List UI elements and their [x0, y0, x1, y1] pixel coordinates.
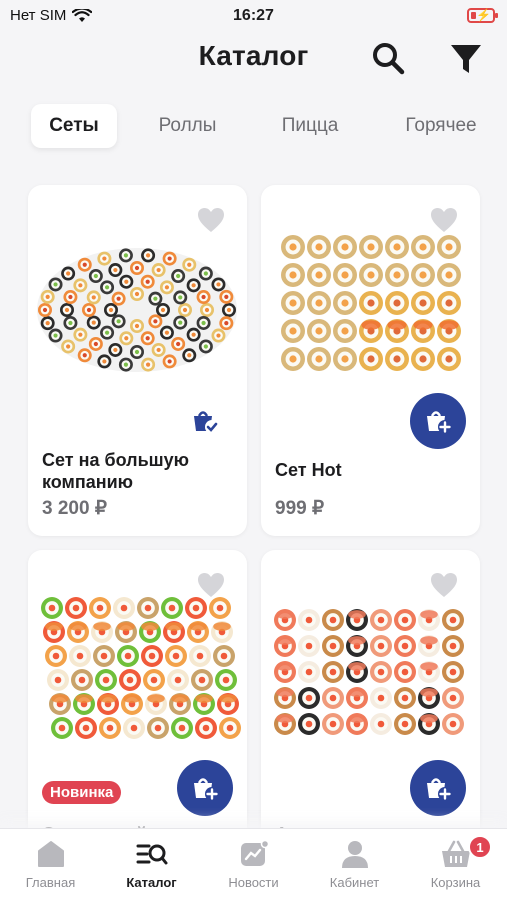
- nav-home[interactable]: Главная: [0, 829, 101, 900]
- bottom-navigation: Главная Каталог Новости Кабинет 1 Корзин…: [0, 828, 507, 900]
- heart-icon[interactable]: [430, 207, 458, 233]
- cart-plus-icon: [194, 778, 219, 801]
- nav-catalog[interactable]: Каталог: [101, 829, 202, 900]
- nav-cart[interactable]: 1 Корзина: [405, 829, 506, 900]
- cart-count-badge: 1: [468, 835, 492, 859]
- tab-sets[interactable]: Сеты: [31, 104, 117, 148]
- clock: 16:27: [233, 7, 274, 24]
- add-to-cart-button[interactable]: [410, 393, 466, 449]
- header: Каталог: [0, 32, 507, 92]
- search-icon[interactable]: [370, 40, 406, 76]
- heart-icon[interactable]: [197, 572, 225, 598]
- add-to-cart-button[interactable]: [410, 760, 466, 816]
- filter-icon[interactable]: [448, 42, 484, 78]
- home-icon: [37, 841, 64, 867]
- cart-plus-icon: [427, 411, 452, 434]
- product-card[interactable]: 4 ролла: [261, 550, 480, 850]
- nav-label: Каталог: [126, 875, 177, 890]
- cart-check-icon: [194, 411, 219, 434]
- user-icon: [341, 841, 368, 868]
- page-title: Каталог: [198, 40, 309, 71]
- nav-account[interactable]: Кабинет: [304, 829, 405, 900]
- product-card[interactable]: Сет на большую компанию 3 200 ₽: [28, 185, 247, 536]
- new-badge: Новинка: [42, 781, 122, 804]
- status-bar: Нет SIM 16:27 ⚡: [0, 0, 507, 32]
- nav-label: Главная: [25, 875, 76, 890]
- news-icon: [240, 839, 269, 866]
- product-name: Сет Hot: [275, 460, 342, 480]
- product-name: Сет на большую компанию: [42, 450, 190, 492]
- product-image: [281, 235, 461, 371]
- category-tabs: Сеты Роллы Пицца Горячее: [0, 104, 507, 150]
- nav-label: Новости: [228, 875, 279, 890]
- product-image: [41, 597, 241, 739]
- battery-icon: ⚡: [467, 8, 498, 23]
- nav-label: Кабинет: [329, 875, 380, 890]
- tab-pizza[interactable]: Пицца: [262, 104, 358, 148]
- tab-hot[interactable]: Горячее: [386, 104, 496, 148]
- heart-icon[interactable]: [197, 207, 225, 233]
- in-cart-button[interactable]: [177, 393, 233, 449]
- basket-icon: [441, 840, 470, 867]
- product-price: 999 ₽: [275, 498, 325, 519]
- nav-label: Корзина: [430, 875, 481, 890]
- catalog-search-icon: [136, 844, 167, 865]
- add-to-cart-button[interactable]: [177, 760, 233, 816]
- product-card[interactable]: Сет Hot 999 ₽: [261, 185, 480, 536]
- nav-news[interactable]: Новости: [203, 829, 304, 900]
- product-image: [274, 609, 464, 735]
- product-card[interactable]: Новинка Сет сочный: [28, 550, 247, 850]
- tab-rolls[interactable]: Роллы: [140, 104, 235, 148]
- cart-plus-icon: [427, 778, 452, 801]
- heart-icon[interactable]: [430, 572, 458, 598]
- product-price: 3 200 ₽: [42, 498, 107, 519]
- product-image: [37, 248, 237, 372]
